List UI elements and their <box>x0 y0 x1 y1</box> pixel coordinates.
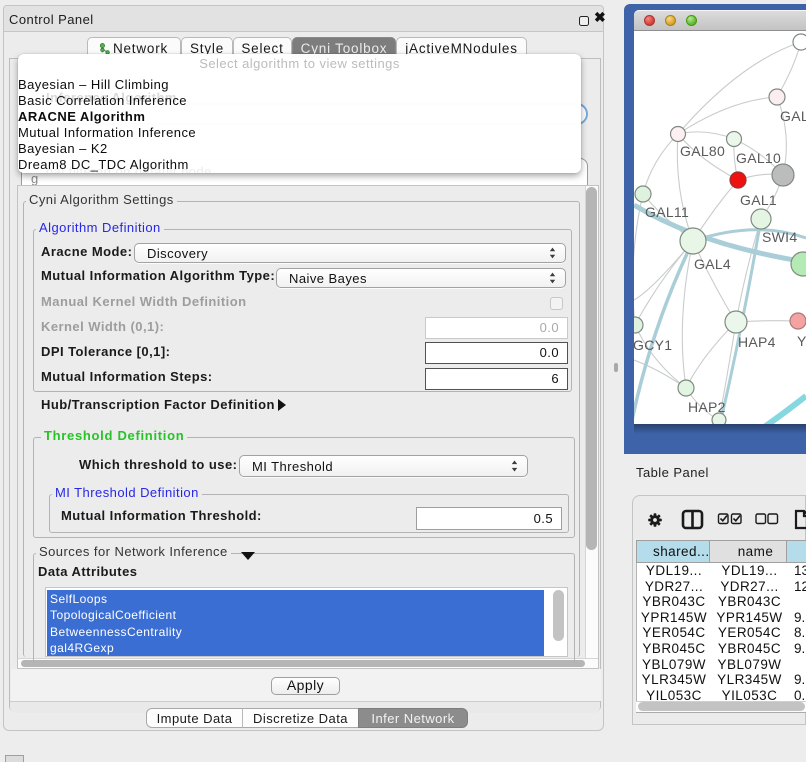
svg-text:HAP2: HAP2 <box>688 399 726 415</box>
svg-text:GAL2: GAL2 <box>780 108 806 124</box>
svg-text:GCY1: GCY1 <box>634 337 672 353</box>
svg-text:GAL10: GAL10 <box>736 150 781 166</box>
svg-text:SWI4: SWI4 <box>762 229 797 245</box>
svg-text:HAP4: HAP4 <box>738 334 776 350</box>
svg-text:GAL4: GAL4 <box>694 256 731 272</box>
svg-text:GAL1: GAL1 <box>740 192 777 208</box>
svg-text:Y: Y <box>797 333 806 349</box>
svg-text:GAL80: GAL80 <box>680 143 725 159</box>
svg-text:GAL11: GAL11 <box>645 204 689 220</box>
